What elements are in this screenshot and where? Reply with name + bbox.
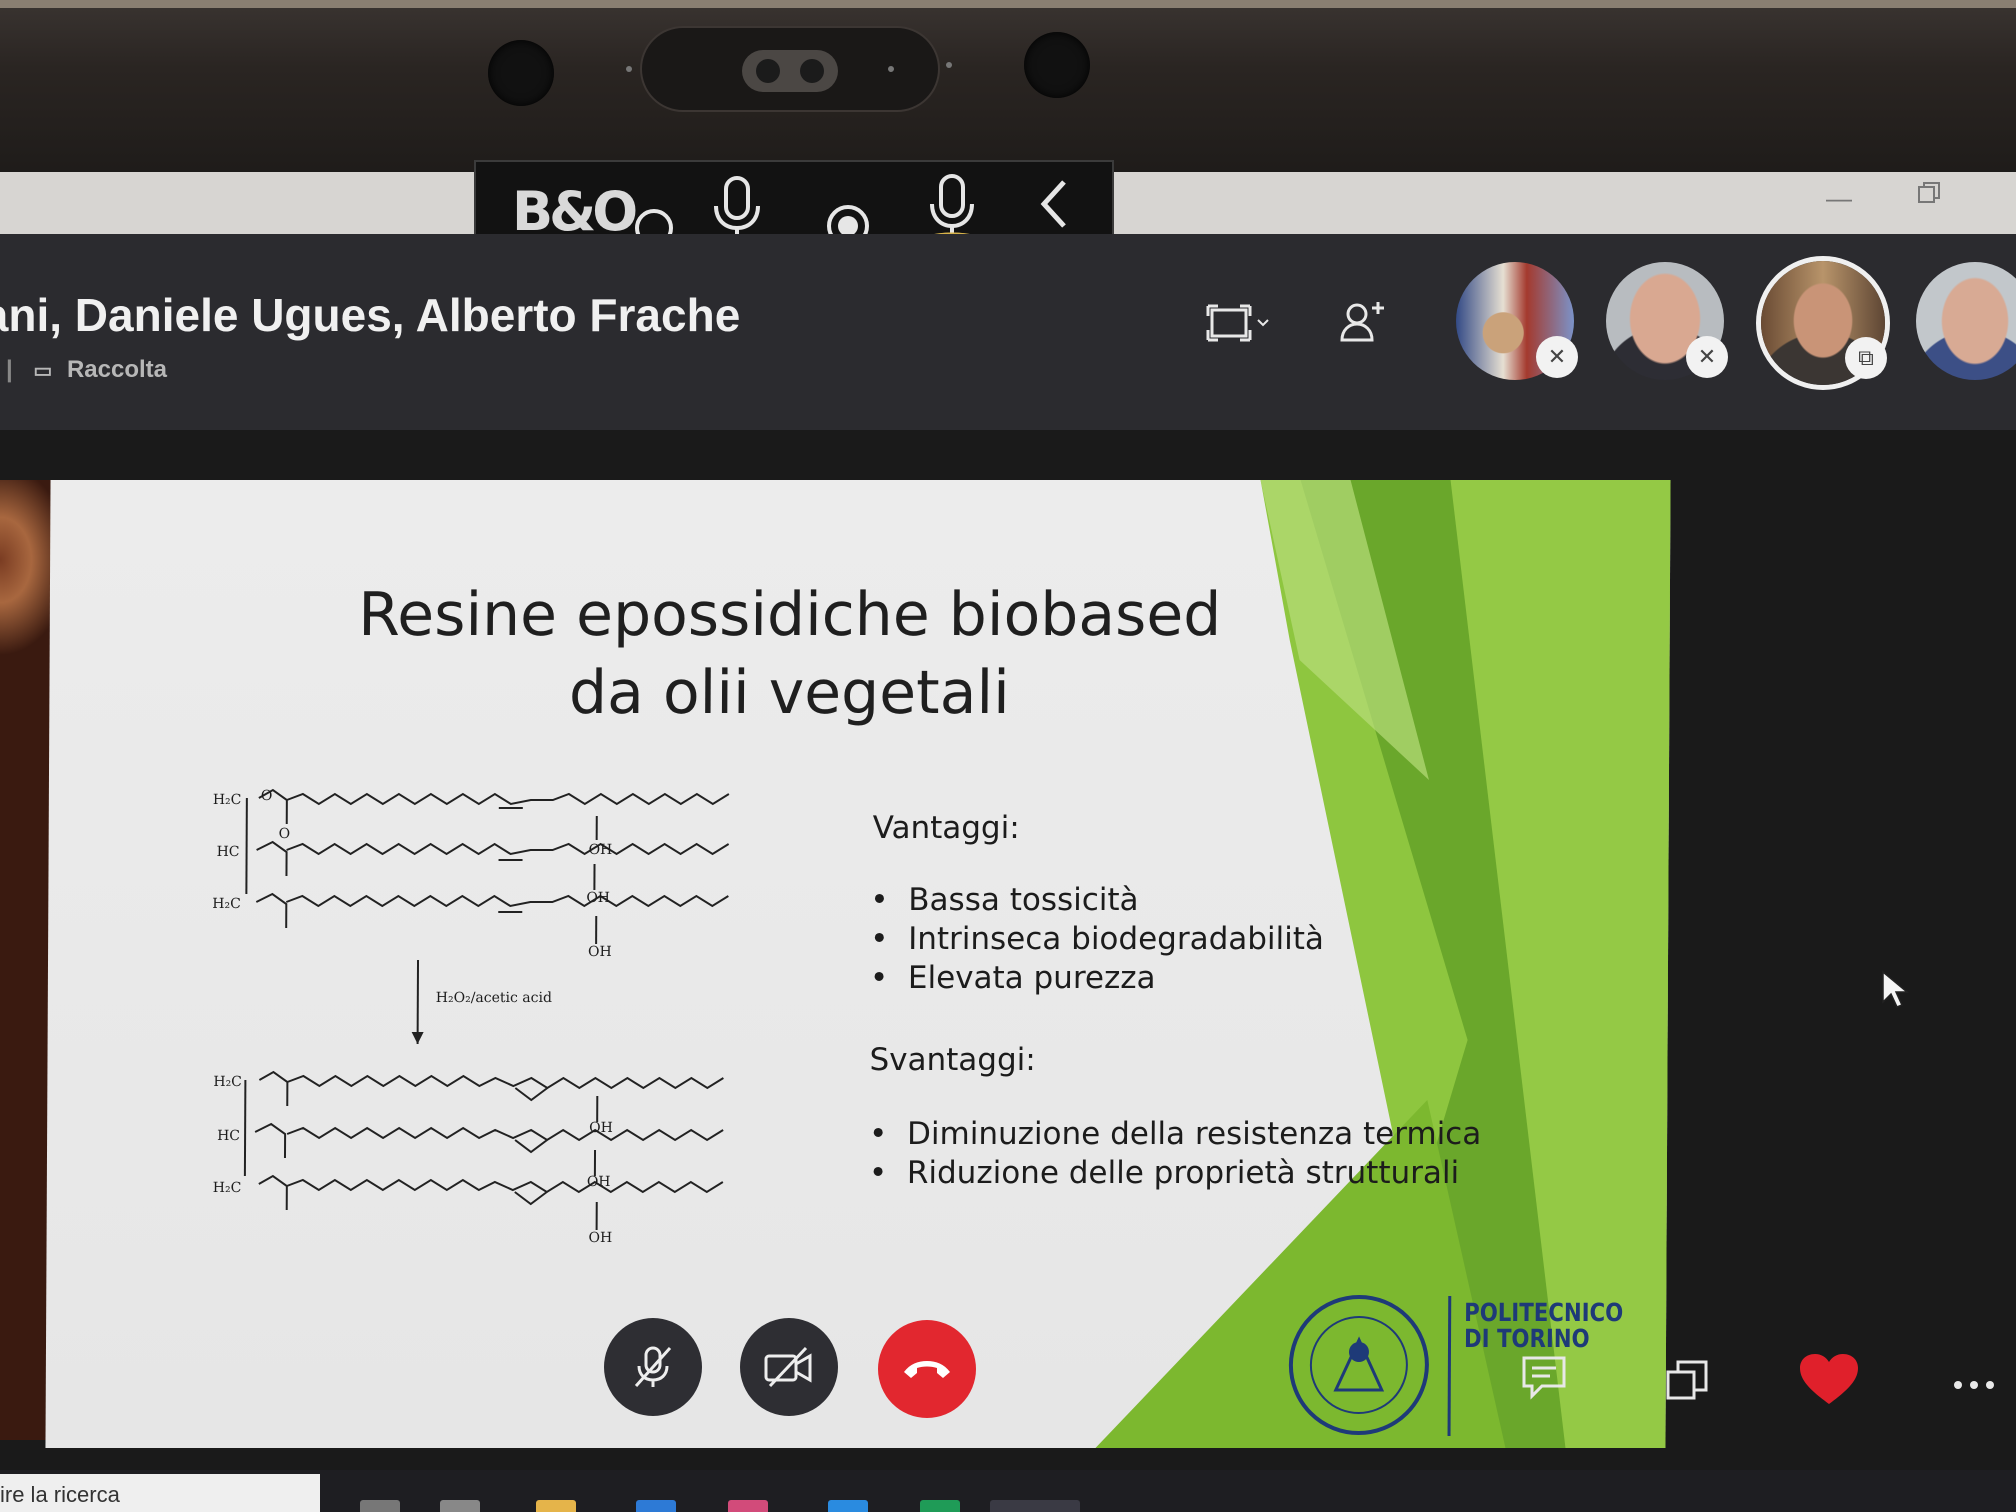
chevron-left-icon[interactable] — [1036, 176, 1072, 241]
slide-title-line1: Resine epossidiche biobased — [358, 580, 1222, 650]
chem-label-h2c: H₂C — [213, 792, 242, 808]
chem-label-oh: OH — [588, 944, 612, 960]
chem-label-hc: HC — [217, 1128, 240, 1144]
video-off-icon — [764, 1346, 812, 1388]
heart-icon — [1800, 1354, 1858, 1404]
participant-avatar[interactable]: ✕ — [1606, 262, 1728, 380]
reaction-condition: H₂O₂/acetic acid — [436, 990, 552, 1006]
mic-off-icon — [634, 1346, 672, 1388]
taskbar-app-icon[interactable] — [360, 1500, 400, 1512]
logo-line1: POLITECNICO — [1464, 1298, 1624, 1327]
chem-label-oh: OH — [589, 842, 613, 858]
disadvantages-heading: Svantaggi: — [869, 1042, 1036, 1078]
screen-share-icon[interactable] — [1206, 302, 1276, 351]
participant-avatar[interactable]: ✕ — [1456, 262, 1578, 380]
meeting-channel: Raccolta — [66, 356, 168, 383]
mute-button[interactable] — [604, 1318, 702, 1416]
mouse-cursor-icon — [1882, 970, 1910, 1008]
taskbar-folder-icon[interactable] — [536, 1500, 576, 1512]
advantage-item: Intrinseca biodegradabilità — [870, 921, 1324, 960]
popout-button[interactable] — [1664, 1358, 1710, 1407]
politecnico-wordmark: POLITECNICO DI TORINO — [1463, 1298, 1624, 1353]
bezel-edge — [0, 0, 2016, 8]
taskbar-search-input[interactable]: ire la ricerca — [0, 1474, 320, 1512]
chem-label-o: O — [261, 788, 273, 804]
chem-label-oh: OH — [586, 890, 610, 906]
taskbar-app-icon[interactable] — [728, 1500, 768, 1512]
restore-button[interactable] — [1916, 180, 1942, 213]
more-icon — [1954, 1381, 1994, 1389]
end-call-button[interactable] — [878, 1320, 976, 1418]
hang-up-icon — [904, 1361, 950, 1378]
bezel-dot — [946, 62, 952, 68]
mic-off-icon: ✕ — [1536, 336, 1578, 378]
advantage-item: Elevata purezza — [870, 960, 1324, 999]
shared-slide: Resine epossidiche biobased da olii vege… — [45, 480, 1671, 1448]
taskbar-app-icon[interactable] — [636, 1500, 676, 1512]
politecnico-seal-logo — [1288, 1295, 1429, 1435]
chem-label-h2c: H₂C — [212, 896, 241, 912]
chem-label-h2c: H₂C — [213, 1180, 242, 1196]
mic-off-icon: ✕ — [1686, 336, 1728, 378]
chem-label-o: O — [279, 826, 291, 842]
advantage-item: Bassa tossicità — [870, 882, 1324, 921]
reaction-button[interactable] — [1798, 1352, 1860, 1413]
logo-line2: DI TORINO — [1463, 1324, 1590, 1353]
camera-toggle-button[interactable] — [740, 1318, 838, 1416]
webcam-lens — [742, 50, 838, 92]
disadvantage-item: Riduzione delle proprietà strutturali — [869, 1155, 1481, 1194]
slide-title-line2: da olii vegetali — [568, 658, 1010, 728]
sensor-left — [488, 40, 554, 106]
chem-label-oh: OH — [587, 1174, 611, 1190]
chat-button[interactable] — [1520, 1354, 1568, 1405]
disadvantage-item: Diminuzione della resistenza termica — [869, 1116, 1481, 1155]
webcam-housing — [640, 26, 940, 112]
disadvantages-list: Diminuzione della resistenza termica Rid… — [869, 1116, 1482, 1194]
meeting-subtitle: | ▭ Raccolta — [6, 356, 167, 384]
more-options-button[interactable] — [1952, 1378, 1996, 1396]
chemical-structure-diagram: H₂C HC H₂C O O OH OH OH H₂O₂/acetic acid… — [212, 788, 730, 1246]
taskbar-app-icon[interactable] — [920, 1500, 960, 1512]
taskbar-app-icon[interactable] — [828, 1500, 868, 1512]
taskbar-app-icon[interactable] — [440, 1500, 480, 1512]
screen-photo: — B&O iani, Daniele Ugues, Alberto Frach… — [0, 0, 2016, 1512]
sensor-right — [1024, 32, 1090, 98]
add-person-icon[interactable] — [1340, 300, 1386, 349]
chem-label-oh: OH — [589, 1120, 613, 1136]
search-placeholder: ire la ricerca — [0, 1482, 120, 1507]
chem-label-oh: OH — [589, 1230, 613, 1246]
slide-title: Resine epossidiche biobased da olii vege… — [349, 576, 1230, 732]
chat-icon — [1522, 1356, 1566, 1400]
chem-label-hc: HC — [217, 844, 240, 860]
folder-icon: ▭ — [33, 360, 53, 382]
meeting-title: iani, Daniele Ugues, Alberto Frache — [0, 289, 741, 341]
divider: | — [6, 356, 13, 383]
advantages-heading: Vantaggi: — [872, 810, 1020, 846]
webcam-indicator — [888, 66, 894, 72]
popout-icon: ⧉ — [1845, 337, 1887, 379]
popout-icon — [1666, 1360, 1708, 1400]
advantages-list: Bassa tossicità Intrinseca biodegradabil… — [870, 882, 1324, 999]
chem-label-h2c: H₂C — [213, 1074, 242, 1090]
laptop-bezel — [0, 0, 2016, 170]
taskbar-app-icon-active[interactable] — [990, 1500, 1080, 1512]
bezel-dot — [626, 66, 632, 72]
participant-avatar-active[interactable]: ⧉ — [1756, 256, 1890, 390]
minimize-button[interactable]: — — [1826, 183, 1852, 214]
